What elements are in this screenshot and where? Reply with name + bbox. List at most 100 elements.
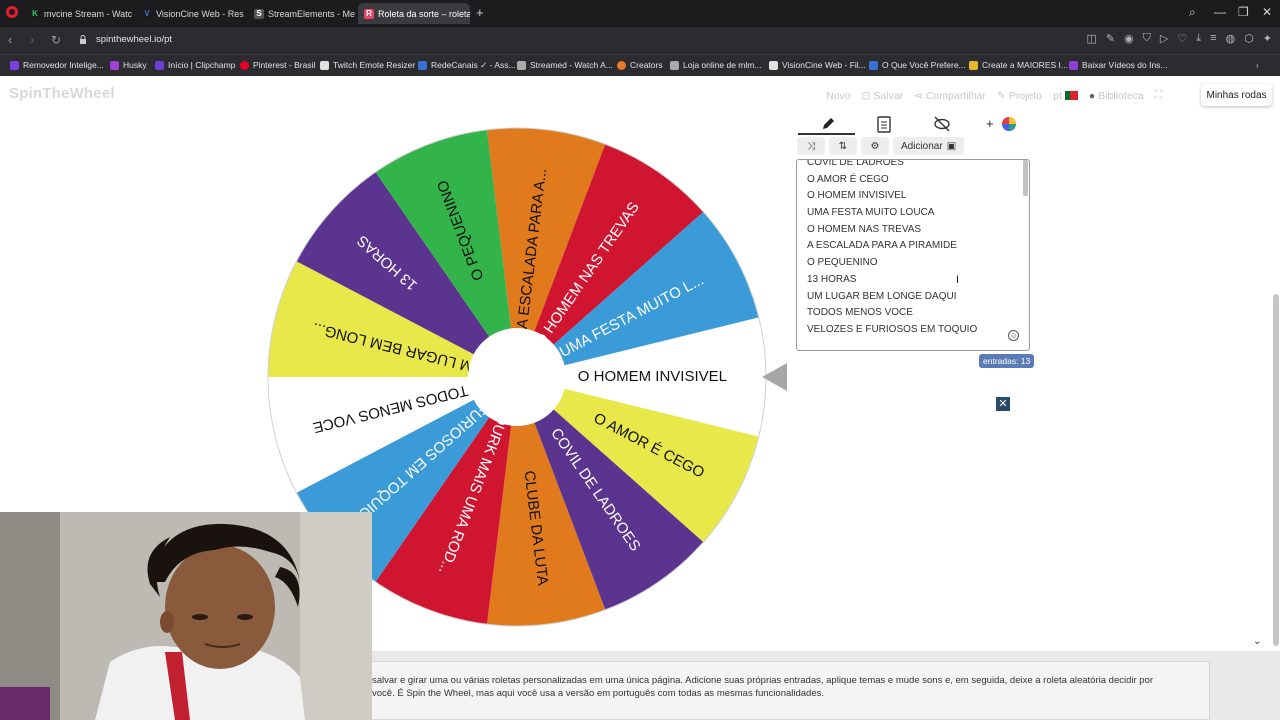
entry-line[interactable]: VELOZES E FURIOSOS EM TOQUIO <box>807 322 977 339</box>
entry-line[interactable]: 13 HORAS <box>807 272 977 289</box>
tab-edit-pencil-icon[interactable] <box>818 115 838 133</box>
library-label: Biblioteca <box>1098 89 1144 102</box>
browser-tab[interactable]: K mvcine Stream - Watch Li <box>24 3 132 24</box>
search-tabs-icon[interactable]: ⌕ <box>1189 5 1196 20</box>
lock-icon <box>80 35 86 44</box>
bookmark[interactable]: Husky <box>110 60 147 70</box>
text-cursor-icon: I <box>956 274 960 286</box>
tab-title: VisionCine Web - Resultac <box>156 8 244 19</box>
chevron-down-icon[interactable]: ⌄ <box>1253 636 1261 647</box>
project-button[interactable]: ✎ Projeto <box>997 89 1042 102</box>
bookmark-label: Husky <box>123 60 147 70</box>
language-label: pt <box>1053 89 1062 102</box>
play-icon[interactable]: ▷ <box>1160 32 1168 45</box>
opera-logo-icon[interactable] <box>6 6 18 18</box>
wheel-segment-label: O HOMEM INVISIVEL <box>578 368 727 385</box>
tab-customize-color-wheel-icon[interactable]: + <box>984 115 1020 133</box>
settings-button[interactable]: ⚙ <box>861 137 889 155</box>
restore-icon[interactable]: ❐ <box>1238 5 1249 19</box>
bookmark[interactable]: Creators <box>617 60 663 70</box>
entry-line[interactable]: O HOMEM INVISIVEL <box>807 188 977 205</box>
bookmark-icon <box>617 60 626 70</box>
shuffle-icon: ⤨ <box>807 140 815 152</box>
add-image-button[interactable]: Adicionar ▣ <box>893 137 965 155</box>
image-icon: ▣ <box>946 140 957 152</box>
sort-icon: ⇅ <box>838 140 848 152</box>
close-window-icon[interactable]: ✕ <box>1262 5 1272 19</box>
close-icon[interactable]: ✕ <box>996 397 1010 411</box>
back-icon[interactable]: ‹ <box>8 33 12 47</box>
entry-line[interactable]: COVIL DE LADROES <box>807 160 977 172</box>
active-tab-indicator <box>798 133 855 135</box>
entry-line[interactable]: UMA FESTA MUITO LOUCA <box>807 205 977 222</box>
browser-tab-active[interactable]: R Roleta da sorte – roleta c <box>358 3 470 24</box>
browser-tab[interactable]: S StreamElements - Me <box>248 3 356 24</box>
bookmark[interactable]: Twitch Emote Resizer <box>320 60 415 70</box>
bookmark[interactable]: Loja online de mlm... <box>670 60 761 70</box>
description-text: salvar e girar uma ou várias roletas per… <box>372 675 1154 699</box>
webcam-overlay <box>0 512 372 720</box>
bookmark[interactable]: VisionCine Web - Fil... <box>769 60 866 70</box>
entry-line[interactable]: O HOMEM NAS TREVAS <box>807 222 977 239</box>
new-button[interactable]: Novo <box>826 89 851 102</box>
shield-icon[interactable]: ⛉ <box>1143 32 1151 45</box>
ai-icon[interactable]: ✦ <box>1263 32 1272 45</box>
entry-line[interactable]: UM LUGAR BEM LONGE DAQUI <box>807 289 977 306</box>
entry-line[interactable]: A ESCALADA PARA A PIRAMIDE <box>807 238 977 255</box>
entries-count-badge: entradas: 13 <box>979 354 1035 368</box>
edit-icon[interactable]: ✎ <box>1106 32 1115 45</box>
page-scrollbar[interactable] <box>1273 294 1279 646</box>
entries-textarea[interactable]: COVIL DE LADROES O AMOR É CEGO O HOMEM INV… <box>796 159 1030 351</box>
fullscreen-icon[interactable]: ⛶ <box>1155 89 1162 102</box>
new-tab-plus-icon[interactable]: + <box>476 6 484 19</box>
forward-icon[interactable]: › <box>30 33 34 47</box>
minimize-icon[interactable]: — <box>1214 5 1226 19</box>
sort-button[interactable]: ⇅ <box>829 137 857 155</box>
language-select[interactable]: pt <box>1053 89 1078 102</box>
entry-line[interactable]: O AMOR É CEGO <box>807 172 977 189</box>
menu-icon[interactable]: ≡ <box>1210 32 1216 45</box>
bookmarks-more-icon[interactable]: › <box>1256 60 1259 70</box>
bookmark-label: Pinterest - Brasil <box>253 60 316 70</box>
reload-icon[interactable]: ↻ <box>51 33 61 47</box>
bookmark[interactable]: Streamed - Watch A... <box>517 60 613 70</box>
bookmark-label: Create a MAIORES I... <box>982 60 1068 70</box>
camera-icon[interactable]: ◉ <box>1124 32 1134 45</box>
emoji-icon[interactable]: ☺ <box>1008 330 1019 341</box>
bookmark[interactable]: RedeCanais ✓ - Ass... <box>418 60 516 71</box>
save-icon: ⊡ <box>861 89 871 102</box>
save-label: Salvar <box>873 89 904 102</box>
split-screen-icon[interactable]: ◫ <box>1086 32 1096 45</box>
share-button[interactable]: ⋖ Compartilhar <box>914 89 986 102</box>
shuffle-button[interactable]: ⤨ <box>797 137 825 155</box>
url-field[interactable]: spinthewheel.io/pt <box>96 34 172 45</box>
heart-icon[interactable]: ♡ <box>1177 32 1187 45</box>
wheel-center-hub[interactable] <box>468 328 566 426</box>
tab-favicon-icon: S <box>254 8 264 19</box>
bookmark[interactable]: Baixar Vídeos do Ins... <box>1069 60 1168 70</box>
entry-line[interactable]: O PEQUENINO <box>807 255 977 272</box>
bookmark-label: O Que Você Prefere... <box>882 60 966 70</box>
download-icon[interactable]: ⤓ <box>1196 32 1201 45</box>
bookmark[interactable]: Pinterest - Brasil <box>240 60 315 70</box>
gear-icon: ⚙ <box>870 140 880 152</box>
bookmark[interactable]: O Que Você Prefere... <box>869 60 966 70</box>
tab-favicon-icon: V <box>142 8 152 19</box>
bookmark[interactable]: Create a MAIORES I... <box>969 60 1068 70</box>
bookmark-icon <box>155 60 164 70</box>
bookmark[interactable]: Removedor Intelige... <box>10 60 104 70</box>
extensions-icon[interactable]: ⬡ <box>1244 32 1254 45</box>
entry-line[interactable]: TODOS MENOS VOCE <box>807 305 977 322</box>
tab-hidden-eye-slash-icon[interactable] <box>932 115 952 133</box>
bookmark-icon <box>10 60 19 70</box>
library-button[interactable]: ● Biblioteca <box>1089 89 1144 102</box>
save-button[interactable]: ⊡ Salvar <box>862 89 904 102</box>
bookmark-label: VisionCine Web - Fil... <box>782 60 866 70</box>
profile-icon[interactable]: ◍ <box>1226 32 1236 45</box>
entries-scrollbar[interactable] <box>1023 160 1028 196</box>
tab-results-clipboard-icon[interactable] <box>874 115 894 133</box>
site-logo[interactable]: SpinTheWheel <box>9 85 115 102</box>
bookmark[interactable]: Início | Clipchamp <box>155 60 235 70</box>
browser-tab[interactable]: V VisionCine Web - Resultac <box>136 3 244 24</box>
my-wheels-button[interactable]: Minhas rodas <box>1201 84 1272 106</box>
